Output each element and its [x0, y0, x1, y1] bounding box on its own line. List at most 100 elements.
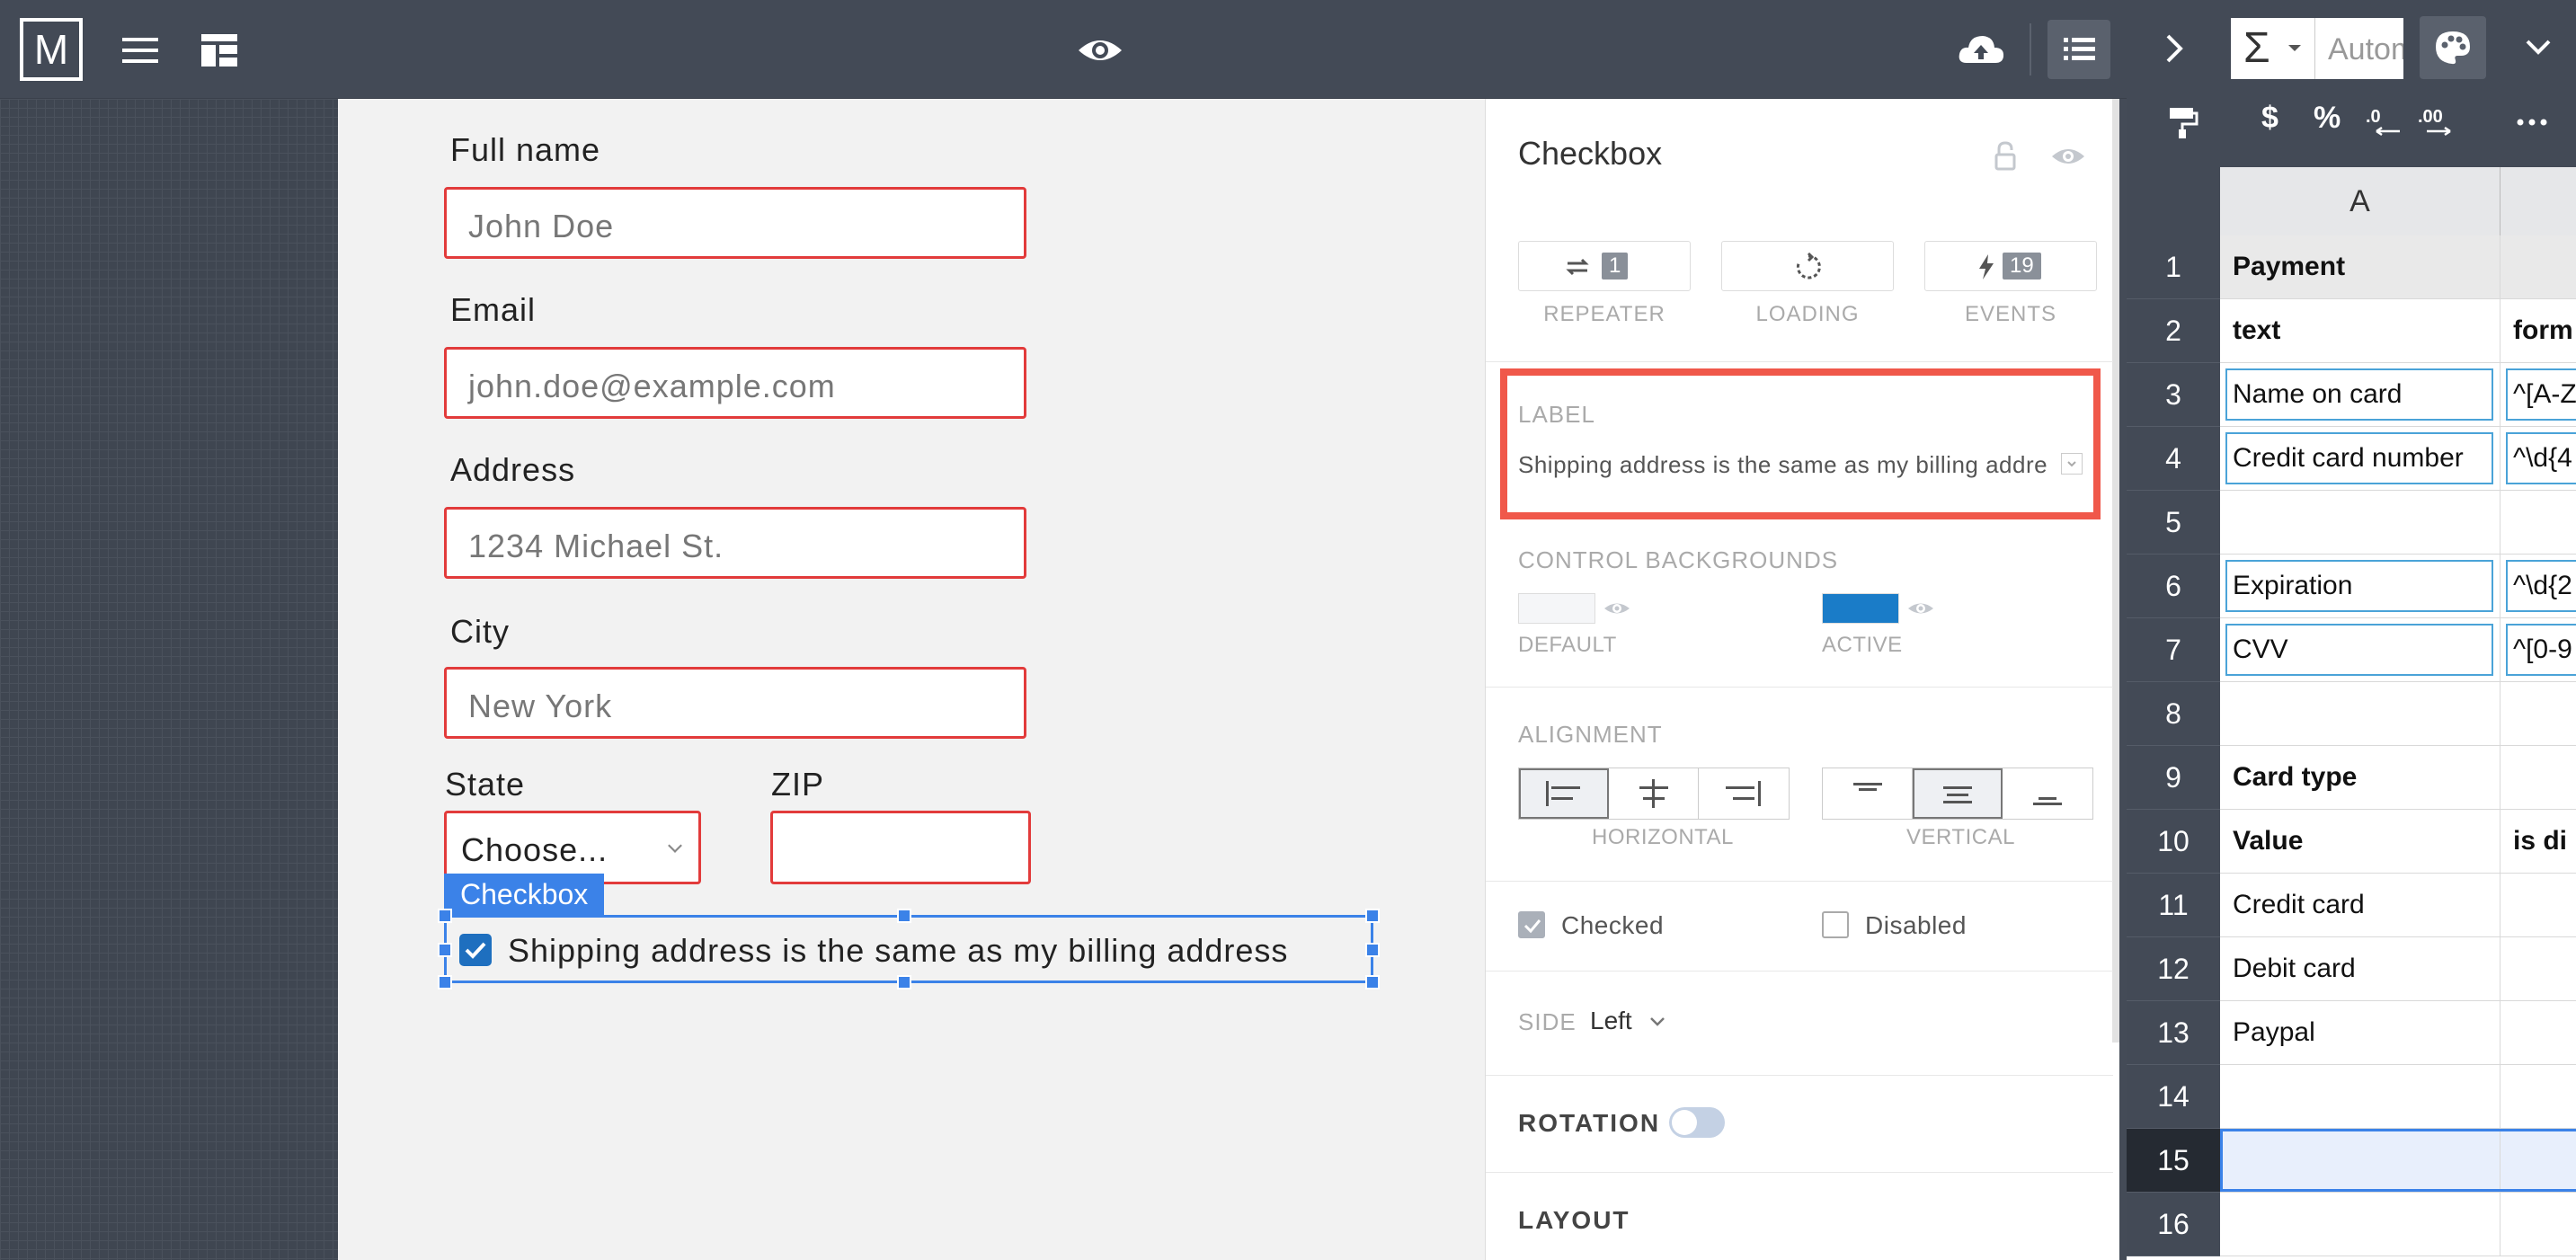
palette-button[interactable]: [2420, 16, 2486, 79]
row-number[interactable]: 13: [2127, 1001, 2220, 1065]
list-view-button[interactable]: [2047, 20, 2110, 79]
increase-decimal-icon[interactable]: .00: [2416, 106, 2461, 143]
layout-icon[interactable]: [192, 23, 246, 77]
row-number[interactable]: 5: [2127, 491, 2220, 555]
label-text-input[interactable]: Shipping address is the same as my billi…: [1518, 451, 2048, 479]
active-eye-icon[interactable]: [1906, 597, 1935, 625]
cell-b[interactable]: [2500, 1065, 2576, 1128]
cell-b[interactable]: ^[A-Z: [2500, 363, 2576, 426]
row-number[interactable]: 8: [2127, 682, 2220, 746]
visibility-eye-icon[interactable]: [2050, 138, 2086, 174]
row-number[interactable]: 4: [2127, 427, 2220, 491]
side-chevron-icon[interactable]: [1648, 1014, 1667, 1034]
email-input[interactable]: john.doe@example.com: [444, 347, 1026, 419]
cell-a[interactable]: Value: [2220, 810, 2500, 873]
cell-b[interactable]: [2500, 491, 2576, 554]
cell-b[interactable]: [2500, 746, 2576, 809]
city-input[interactable]: New York: [444, 667, 1026, 739]
row-number[interactable]: 1: [2127, 235, 2220, 299]
zip-input[interactable]: [770, 811, 1031, 884]
align-top-button[interactable]: [1823, 768, 1913, 819]
checkbox-checked[interactable]: [459, 934, 492, 966]
percent-icon[interactable]: %: [2314, 101, 2341, 136]
currency-icon[interactable]: $: [2261, 101, 2278, 136]
cell-b[interactable]: [2500, 937, 2576, 1000]
cell-b[interactable]: form: [2500, 299, 2576, 362]
checkbox-component[interactable]: Shipping address is the same as my billi…: [438, 909, 1380, 989]
resize-handle[interactable]: [438, 909, 452, 923]
row-number[interactable]: 15: [2127, 1129, 2220, 1193]
resize-handle[interactable]: [438, 943, 452, 957]
cell-a[interactable]: CVV: [2220, 618, 2500, 681]
events-button[interactable]: 19: [1924, 241, 2097, 291]
preview-eye-icon[interactable]: [1073, 23, 1127, 77]
align-bottom-button[interactable]: [2003, 768, 2092, 819]
rotation-toggle[interactable]: [1669, 1107, 1725, 1138]
cell-b[interactable]: [2500, 874, 2576, 936]
address-input[interactable]: 1234 Michael St.: [444, 507, 1026, 579]
row-number[interactable]: 12: [2127, 937, 2220, 1001]
resize-handle[interactable]: [1365, 943, 1380, 957]
default-eye-icon[interactable]: [1603, 597, 1631, 625]
cell-b[interactable]: [2500, 235, 2576, 298]
cell-b[interactable]: [2500, 1001, 2576, 1064]
functions-button[interactable]: Σ: [2231, 18, 2315, 79]
row-number[interactable]: 10: [2127, 810, 2220, 874]
disabled-checkbox[interactable]: [1822, 911, 1849, 938]
lock-icon[interactable]: [1987, 138, 2023, 174]
app-logo[interactable]: M: [20, 18, 83, 81]
column-a-header[interactable]: A: [2220, 167, 2500, 235]
more-icon[interactable]: [2515, 115, 2551, 134]
cell-a[interactable]: [2220, 1193, 2500, 1256]
cell-a[interactable]: [2220, 1065, 2500, 1128]
cell-a[interactable]: Credit card: [2220, 874, 2500, 936]
align-middle-button[interactable]: [1913, 768, 2003, 819]
cloud-upload-icon[interactable]: [1954, 23, 2008, 77]
resize-handle[interactable]: [438, 975, 452, 989]
chevron-right-icon[interactable]: [2161, 32, 2188, 69]
cell-a[interactable]: [2220, 682, 2500, 745]
cell-a[interactable]: Payment: [2220, 235, 2500, 298]
cell-b[interactable]: ^[0-9: [2500, 618, 2576, 681]
default-color-swatch[interactable]: [1518, 593, 1595, 624]
align-left-button[interactable]: [1519, 768, 1609, 819]
paint-format-icon[interactable]: [2166, 104, 2198, 145]
row-number[interactable]: 6: [2127, 555, 2220, 618]
cell-a[interactable]: Credit card number: [2220, 427, 2500, 490]
checked-checkbox[interactable]: [1518, 911, 1545, 938]
cell-a[interactable]: Card type: [2220, 746, 2500, 809]
row-number[interactable]: 7: [2127, 618, 2220, 682]
active-color-swatch[interactable]: [1822, 593, 1899, 624]
align-right-button[interactable]: [1699, 768, 1789, 819]
cell-b[interactable]: is di: [2500, 810, 2576, 873]
menu-icon[interactable]: [113, 23, 167, 77]
cell-b[interactable]: [2500, 682, 2576, 745]
resize-handle[interactable]: [897, 975, 911, 989]
inspector-scrollbar[interactable]: [2112, 99, 2119, 1043]
cell-b[interactable]: ^\d{4: [2500, 427, 2576, 490]
cell-a[interactable]: Expiration: [2220, 555, 2500, 617]
repeater-button[interactable]: 1: [1518, 241, 1691, 291]
cell-b[interactable]: ^\d{2: [2500, 555, 2576, 617]
expand-chevron-icon[interactable]: [2524, 34, 2553, 64]
resize-handle[interactable]: [1365, 975, 1380, 989]
resize-handle[interactable]: [1365, 909, 1380, 923]
row-number[interactable]: 3: [2127, 363, 2220, 427]
cell-a[interactable]: Name on card: [2220, 363, 2500, 426]
cell-a[interactable]: text: [2220, 299, 2500, 362]
row-number[interactable]: 11: [2127, 874, 2220, 937]
cell-b[interactable]: [2500, 1193, 2576, 1256]
align-center-button[interactable]: [1609, 768, 1699, 819]
cell-a[interactable]: Debit card: [2220, 937, 2500, 1000]
cell-a[interactable]: Paypal: [2220, 1001, 2500, 1064]
row-number[interactable]: 16: [2127, 1193, 2220, 1256]
column-b-header[interactable]: [2500, 167, 2576, 235]
row-number[interactable]: 9: [2127, 746, 2220, 810]
decrease-decimal-icon[interactable]: .0: [2364, 106, 2403, 143]
loading-button[interactable]: [1721, 241, 1894, 291]
format-autom-input[interactable]: Autom: [2315, 18, 2403, 79]
label-dropdown-icon[interactable]: [2061, 453, 2083, 475]
row-number[interactable]: 2: [2127, 299, 2220, 363]
side-select[interactable]: Left: [1590, 1007, 1632, 1035]
resize-handle[interactable]: [897, 909, 911, 923]
